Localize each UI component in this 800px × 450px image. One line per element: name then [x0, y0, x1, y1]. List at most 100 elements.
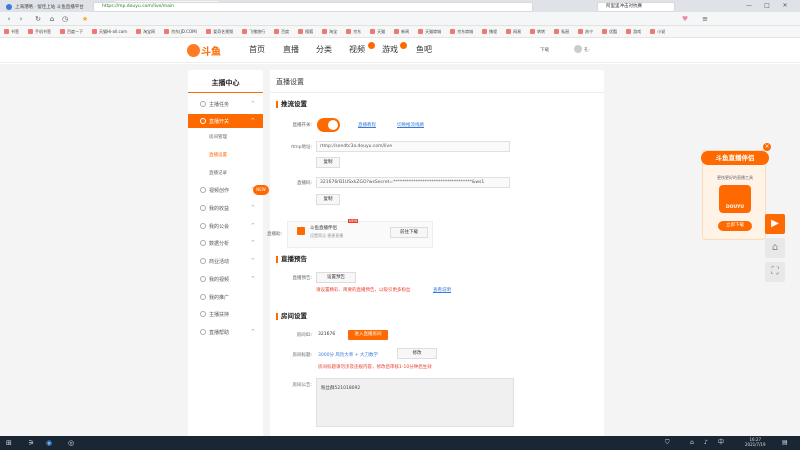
star-icon[interactable]: ★ — [80, 14, 90, 24]
enter-room-button[interactable]: 进入直播房间 — [348, 330, 388, 340]
sidebar-item-live-switch[interactable]: 直播开关 ^ — [188, 114, 263, 128]
task-view-icon[interactable]: ⚞ — [28, 436, 34, 450]
sidebar-item-my-videos[interactable]: 我的视频 ^ — [188, 272, 263, 286]
preview-warning: 请设置精彩、简要的直播预告，以吸引更多粉丝 — [316, 288, 411, 293]
nav-yuba[interactable]: 鱼吧 — [416, 44, 432, 55]
nav-home[interactable]: 首页 — [249, 44, 265, 55]
sidebar-item-promotion[interactable]: 我的推广 — [188, 290, 263, 304]
bookmark-item[interactable]: 新闻 — [394, 29, 409, 35]
notification-icon[interactable]: ▤ — [782, 436, 788, 450]
sidebar-item-video[interactable]: 视频创作^ — [188, 183, 263, 197]
modify-title-button[interactable]: 修改 — [397, 348, 437, 359]
ad-download-button[interactable]: 立即下载 — [718, 221, 752, 231]
bookmark-item[interactable]: 小说 — [650, 29, 665, 35]
user-name[interactable]: 孔· — [584, 47, 590, 53]
bookmark-icon — [242, 29, 248, 34]
nav-live[interactable]: 直播 — [283, 44, 299, 55]
refresh-icon[interactable]: ↻ — [33, 14, 43, 24]
promo-subtitle: 设置简洁 便捷直播 — [310, 233, 344, 238]
tab-label: 上海港略 · 留佳上站 斗鱼直播平台 — [15, 4, 84, 10]
windows-start-icon[interactable]: ⊞ — [6, 436, 12, 450]
bookmark-item[interactable]: 游戏 — [626, 29, 641, 35]
bookmark-item[interactable]: 百度 — [274, 29, 289, 35]
tutorial-link[interactable]: 直播教程 — [358, 122, 376, 128]
copy-code-button[interactable]: 复制 — [316, 194, 340, 205]
play-float-icon[interactable]: ▶ — [765, 214, 785, 234]
bookmark-item[interactable]: 京东 — [346, 29, 361, 35]
volume-tray-icon[interactable]: ♪ — [704, 436, 708, 450]
minimize-button[interactable]: — — [742, 1, 756, 11]
bookmark-item[interactable]: 爱奇艺视频 — [206, 29, 233, 35]
bookmark-item[interactable]: 京东商城 — [450, 29, 473, 35]
bookmark-item[interactable]: 苏宁 — [578, 29, 593, 35]
shield-tray-icon[interactable]: ⛉ — [665, 436, 670, 450]
sidebar-sub-live-settings[interactable]: 直播设置 — [188, 149, 263, 162]
sidebar-item-income[interactable]: 我的收益 ^ — [188, 201, 263, 215]
bookmark-item[interactable]: 书签 — [4, 29, 19, 35]
nav-game[interactable]: 游戏 — [382, 44, 398, 55]
bookmark-item[interactable]: 优酷 — [602, 29, 617, 35]
bookmark-item[interactable]: 淘宝 — [322, 29, 337, 35]
room-title-value: 3000分 风险大师 + 大刀数学 — [318, 353, 379, 358]
home-icon[interactable]: ⌂ — [47, 14, 57, 24]
fullscreen-float-icon[interactable]: ⛶ — [765, 262, 785, 282]
bookmark-icon — [298, 29, 304, 34]
live-toggle[interactable] — [317, 118, 340, 132]
rtmp-field[interactable]: rtmp://sendtc3a.douyu.com/live — [316, 141, 510, 152]
ime-tray-icon[interactable]: 中 — [718, 436, 724, 450]
bookmark-icon — [92, 29, 97, 34]
douyu-logo[interactable]: 斗鱼 — [187, 41, 227, 59]
taskbar — [0, 436, 800, 450]
announcement-textarea[interactable]: 粉丝群521018092 — [316, 378, 514, 427]
bookmark-item[interactable]: 携程 — [482, 29, 497, 35]
bookmark-item[interactable]: 百度一下 — [60, 29, 83, 35]
sidebar-item-support[interactable]: 主播扶持 — [188, 307, 263, 321]
forward-icon[interactable]: › — [16, 14, 26, 24]
sidebar-sub-room-manage[interactable]: 房间管理 — [188, 131, 263, 144]
douyu-app-icon: DOUYU — [719, 185, 751, 213]
bookmark-item[interactable]: 手机书签 — [28, 29, 51, 35]
bookmark-item[interactable]: 天猫 — [370, 29, 385, 35]
sidebar-item-data[interactable]: 数据分析 ^ — [188, 236, 263, 250]
maximize-button[interactable]: □ — [760, 1, 774, 11]
bookmark-item[interactable]: 转转 — [530, 29, 545, 35]
avatar[interactable] — [574, 45, 582, 53]
bookmark-item[interactable]: 搜狐 — [298, 29, 313, 35]
extension-icon[interactable]: ♥ — [680, 14, 690, 24]
close-ad-icon[interactable]: × — [763, 143, 771, 151]
bookmark-item[interactable]: 淘宝网 — [136, 29, 155, 35]
stream-code-field[interactable]: 321676rB1USxkZGO?wsSecret=**************… — [316, 177, 510, 188]
close-window-button[interactable]: ✕ — [778, 1, 792, 11]
bookmark-item[interactable]: 天猫商城 — [418, 29, 441, 35]
set-preview-button[interactable]: 设置预告 — [316, 272, 356, 283]
back-icon[interactable]: ‹ — [4, 14, 14, 24]
sidebar-sub-live-records[interactable]: 直播记录 — [188, 167, 263, 180]
download-link[interactable]: 下载 — [540, 47, 549, 53]
bookmark-item[interactable]: 飞猪旅行 — [242, 29, 265, 35]
preview-help-link[interactable]: 查看说明 — [433, 287, 451, 293]
menu-icon[interactable]: ≡ — [700, 14, 710, 24]
download-assistant-button[interactable]: 前往下载 — [390, 227, 428, 238]
browser-search-input[interactable]: 阿里里冲击对抗赛 — [597, 2, 675, 12]
floating-ad[interactable]: 斗鱼直播伴侣 更快更好的直播工具 DOUYU 立即下载 — [701, 150, 769, 240]
app-taskbar-icon[interactable]: ◎ — [68, 436, 74, 450]
toggle-knob — [328, 120, 338, 130]
bookmark-item[interactable]: 私厨 — [554, 29, 569, 35]
sidebar-item-business[interactable]: 商业活动 ^ — [188, 254, 263, 268]
taskbar-clock[interactable]: 16:27 2021/7/19 — [745, 437, 766, 447]
bookmark-item[interactable]: 京东(JD.COM) — [164, 29, 197, 35]
history-icon[interactable]: ◷ — [60, 14, 70, 24]
bookmark-item[interactable]: 天猫Hi-all.com — [92, 29, 127, 35]
browser-taskbar-icon[interactable]: ◉ — [46, 436, 52, 450]
home-float-icon[interactable]: ⌂ — [765, 238, 785, 258]
room-id-value: 321676 — [318, 332, 336, 337]
sidebar-item-tasks[interactable]: 主播任务 ^ — [188, 97, 263, 111]
network-tray-icon[interactable]: ⌂ — [690, 436, 694, 450]
sidebar-item-help[interactable]: 直播帮助 ^ — [188, 325, 263, 339]
copy-rtmp-button[interactable]: 复制 — [316, 157, 340, 168]
bookmark-item[interactable]: 网易 — [506, 29, 521, 35]
url-input[interactable]: https://mp.douyu.com/live/main — [93, 2, 533, 12]
nav-category[interactable]: 分类 — [316, 44, 332, 55]
nav-video[interactable]: 视频 — [349, 44, 365, 55]
switch-line-link[interactable]: 切换推流线路 — [397, 122, 424, 128]
